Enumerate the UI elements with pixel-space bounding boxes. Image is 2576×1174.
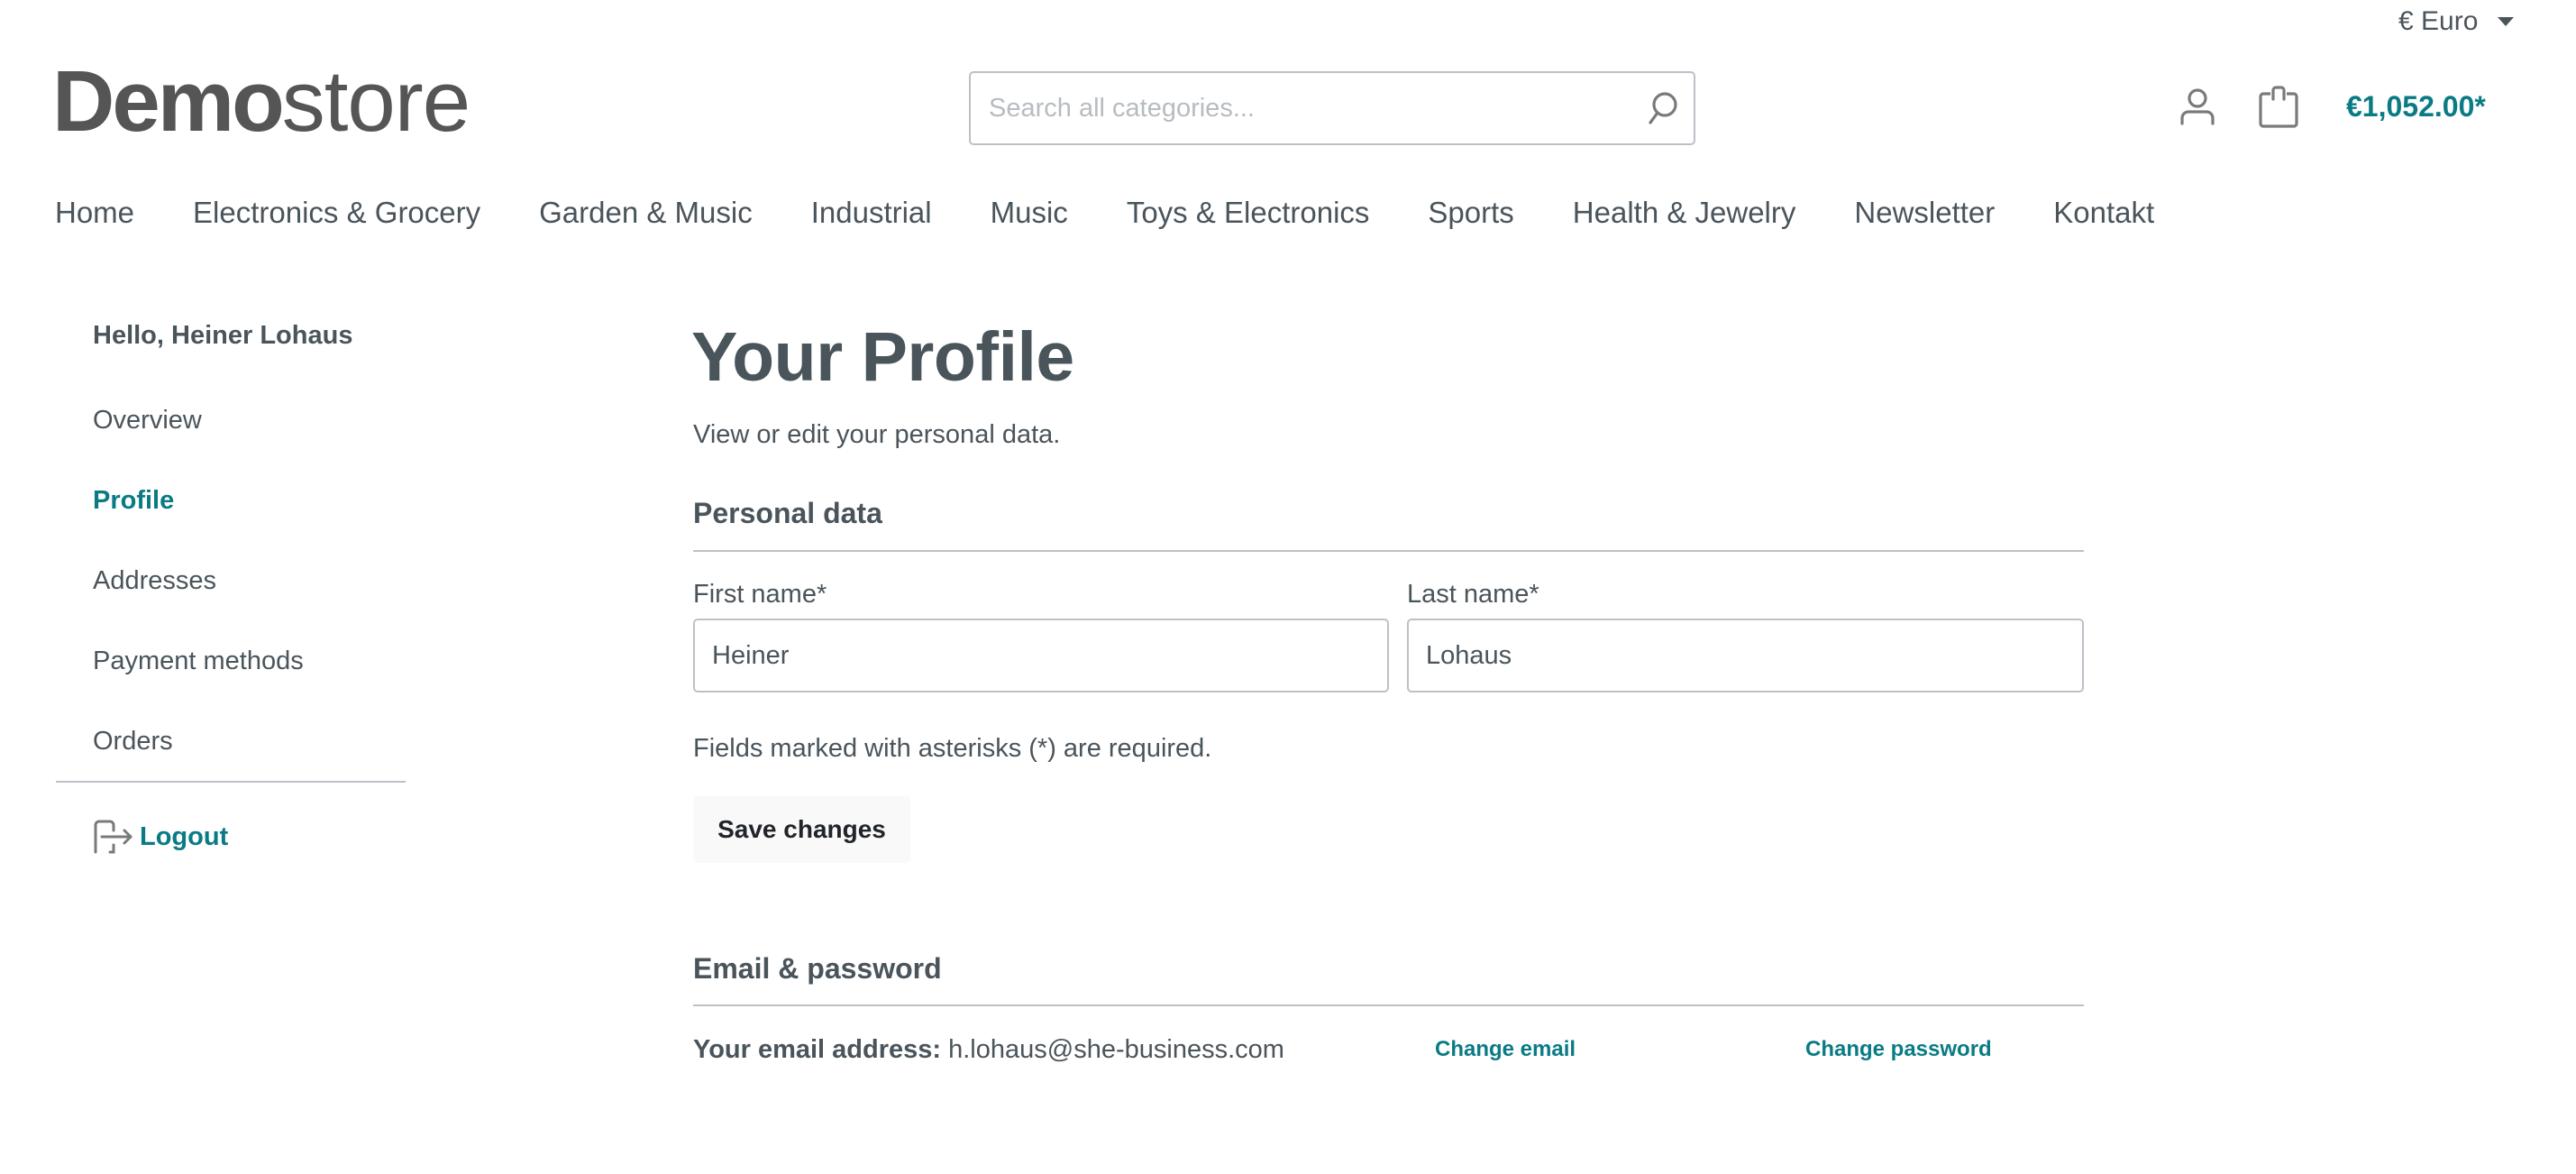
sidebar-item-profile[interactable]: Profile xyxy=(93,486,174,516)
sidebar-item-addresses[interactable]: Addresses xyxy=(93,566,216,596)
logo-bold-part: Demo xyxy=(52,53,285,150)
change-email-link[interactable]: Change email xyxy=(1435,1037,1576,1062)
logout-icon xyxy=(94,820,132,854)
account-greeting: Hello, Heiner Lohaus xyxy=(93,321,353,350)
account-button[interactable] xyxy=(2174,83,2221,130)
sidebar-item-orders[interactable]: Orders xyxy=(93,727,173,757)
page-subtitle: View or edit your personal data. xyxy=(693,420,1061,449)
email-address-value: h.lohaus@she-business.com xyxy=(948,1035,1284,1064)
nav-item-sports[interactable]: Sports xyxy=(1428,196,1513,230)
nav-item-toys-electronics[interactable]: Toys & Electronics xyxy=(1127,196,1370,230)
first-name-field-wrapper xyxy=(693,619,1389,692)
cart-total: €1,052.00* xyxy=(2346,89,2486,123)
cart-button[interactable]: €1,052.00* xyxy=(2258,83,2486,130)
last-name-label: Last name* xyxy=(1407,580,1539,609)
email-password-heading: Email & password xyxy=(693,952,942,985)
required-fields-note: Fields marked with asterisks (*) are req… xyxy=(693,734,1212,763)
search-icon xyxy=(1649,92,1677,124)
logout-link[interactable]: Logout xyxy=(93,817,228,857)
personal-data-divider xyxy=(693,550,2084,552)
change-password-link[interactable]: Change password xyxy=(1805,1037,1992,1062)
nav-item-industrial[interactable]: Industrial xyxy=(811,196,932,230)
nav-item-home[interactable]: Home xyxy=(55,196,134,230)
sidebar-item-payment-methods[interactable]: Payment methods xyxy=(93,647,304,676)
caret-down-icon xyxy=(2498,17,2515,26)
first-name-input[interactable] xyxy=(695,620,1387,691)
user-icon xyxy=(2180,88,2215,125)
logo-light-part: store xyxy=(281,53,470,150)
nav-item-garden-music[interactable]: Garden & Music xyxy=(539,196,753,230)
sidebar-divider xyxy=(56,781,406,783)
first-name-label: First name* xyxy=(693,580,827,609)
logout-label: Logout xyxy=(140,821,229,851)
last-name-field-wrapper xyxy=(1407,619,2084,692)
page-title: Your Profile xyxy=(691,318,1074,396)
nav-item-kontakt[interactable]: Kontakt xyxy=(2053,196,2154,230)
last-name-input[interactable] xyxy=(1409,620,2082,691)
currency-selector[interactable]: € Euro xyxy=(2398,5,2515,38)
email-address-label: Your email address: xyxy=(693,1035,942,1064)
main-navigation: Home Electronics & Grocery Garden & Musi… xyxy=(55,193,2154,233)
search-input[interactable] xyxy=(971,73,1631,143)
store-logo[interactable]: Demostore xyxy=(52,52,470,151)
save-changes-button[interactable]: Save changes xyxy=(693,796,910,863)
shopping-bag-icon xyxy=(2259,86,2298,128)
search-bar xyxy=(969,71,1695,145)
nav-item-newsletter[interactable]: Newsletter xyxy=(1854,196,1995,230)
personal-data-heading: Personal data xyxy=(693,497,882,529)
currency-label: € Euro xyxy=(2398,6,2479,36)
email-password-divider xyxy=(693,1004,2084,1006)
nav-item-music[interactable]: Music xyxy=(991,196,1068,230)
nav-item-electronics-grocery[interactable]: Electronics & Grocery xyxy=(193,196,480,230)
nav-item-health-jewelry[interactable]: Health & Jewelry xyxy=(1573,196,1796,230)
search-button[interactable] xyxy=(1631,73,1694,143)
sidebar-item-overview[interactable]: Overview xyxy=(93,406,202,436)
email-address-row: Your email address: h.lohaus@she-busines… xyxy=(693,1035,1284,1065)
